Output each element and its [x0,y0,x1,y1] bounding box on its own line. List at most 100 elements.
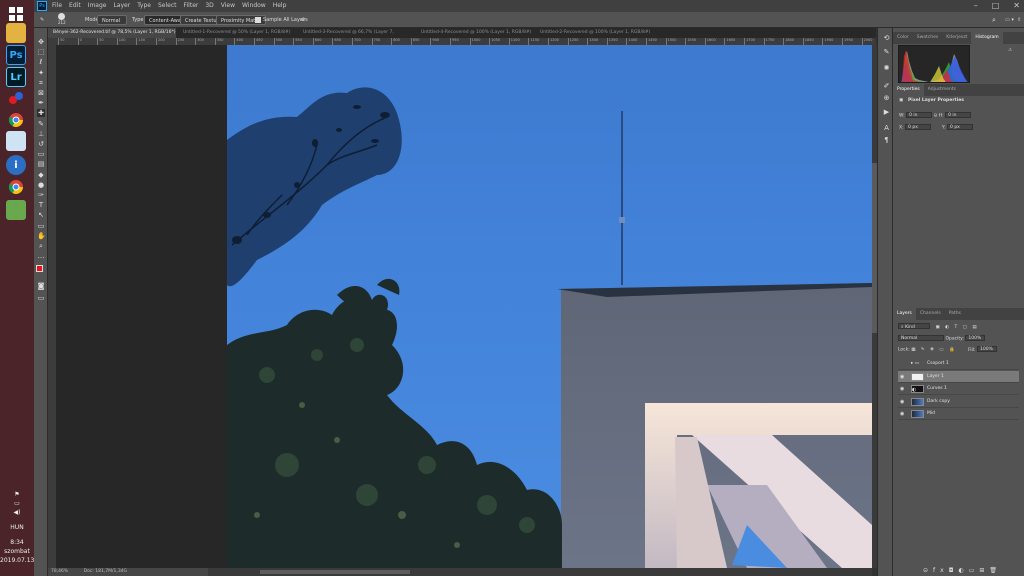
layer-row[interactable]: ◉ ◐ Curves 1 [898,383,1019,395]
mask-icon[interactable]: ◘ [949,567,959,574]
more-tools-icon[interactable]: … [37,252,45,260]
network-icon[interactable]: ▭ [0,499,34,508]
adjustment-icon[interactable]: ◐ [958,567,968,574]
menu-3d[interactable]: 3D [205,2,213,9]
document-tab[interactable]: Untitled-3-Recovered @ 66,7% (Layer 7, R… [298,28,414,45]
eraser-tool-icon[interactable]: ▭ [37,150,45,158]
info-app-icon[interactable]: i [6,155,26,175]
menu-image[interactable]: Image [88,2,107,9]
language-indicator[interactable]: HUN [0,523,34,532]
share-icon[interactable]: ⇪ [1017,15,1021,25]
path-select-tool-icon[interactable]: ↖ [37,211,45,219]
document-tab[interactable]: Untitled-2-Recovered @ 100% (Layer 1, RG… [535,28,651,45]
tool-presets-icon[interactable]: ✐ [882,82,891,91]
maximize-icon[interactable]: □ [992,1,1000,10]
visibility-eye-icon[interactable]: ◉ [900,374,906,380]
chrome-icon[interactable] [6,110,26,130]
x-field[interactable]: 0 px [905,124,932,130]
zoom-tool-icon[interactable]: ⌕ [37,242,45,250]
quick-select-tool-icon[interactable]: ✦ [37,69,45,77]
document-tab[interactable]: Bényei-362-Recovered.tif @ 78,5% (Layer … [48,28,176,45]
menu-window[interactable]: Window [242,2,266,9]
marquee-tool-icon[interactable]: ⬚ [37,48,45,56]
panel-tab-swatches[interactable]: Swatches [913,32,943,44]
y-field[interactable]: 0 px [947,124,974,130]
spot-healing-brush-icon[interactable]: ✎ [40,15,44,25]
menu-edit[interactable]: Edit [69,2,81,9]
hand-tool-icon[interactable]: ✋ [37,232,46,240]
history-icon[interactable]: ⟲ [882,34,891,43]
move-tool-icon[interactable]: ✥ [37,38,45,46]
file-explorer-icon[interactable] [6,23,26,43]
lasso-tool-icon[interactable]: ℓ [37,58,45,66]
app-icon[interactable] [6,88,26,108]
new-layer-icon[interactable]: ⊞ [979,567,989,574]
link-layers-icon[interactable]: ⊝ [923,567,933,574]
pressure-icon[interactable]: ⊘ [301,15,305,25]
crop-tool-icon[interactable]: ⌗ [37,79,45,87]
visibility-eye-icon[interactable]: ◉ [900,411,906,417]
fx-icon[interactable]: fx [933,567,949,574]
brush-tool-icon[interactable]: ✎ [37,120,45,128]
type-tool-icon[interactable]: T [37,201,45,209]
search-icon[interactable]: ⌕ [992,15,996,25]
link-icon[interactable]: ⊝ [934,114,938,119]
visibility-eye-icon[interactable] [900,361,906,367]
visibility-eye-icon[interactable]: ◉ [900,386,906,392]
flag-icon[interactable]: ⚑ [0,490,34,499]
windows-start-icon[interactable] [6,4,26,24]
foreground-color-swatch[interactable] [36,265,43,272]
layer-row[interactable]: ◉ Mid [898,408,1019,420]
menu-file[interactable]: File [52,2,62,9]
sample-all-layers-checkbox[interactable]: Sample All Layers [255,15,308,25]
color-wheel-icon[interactable]: ✺ [882,64,891,73]
clone-source-icon[interactable]: ⊕ [882,94,891,103]
menu-select[interactable]: Select [158,2,177,9]
panel-tab-paths[interactable]: Paths [945,308,965,320]
notepad-icon[interactable] [6,131,26,151]
h-field[interactable]: 0 in [945,112,972,118]
document-canvas[interactable] [56,45,872,568]
panel-tab-histogram[interactable]: Histogram [971,32,1003,44]
brush-settings-icon[interactable]: ✎ [882,48,891,57]
photo-image[interactable] [227,45,872,568]
trash-icon[interactable]: 🗑 [989,567,1002,574]
menu-type[interactable]: Type [137,2,151,9]
warning-icon[interactable]: ⚠ [1008,48,1012,53]
menu-view[interactable]: View [221,2,235,9]
dodge-tool-icon[interactable]: ● [37,181,45,189]
gradient-tool-icon[interactable]: ▤ [37,160,45,168]
remote-app-icon[interactable] [6,200,26,220]
opacity-field[interactable]: 100% [965,335,986,341]
shape-tool-icon[interactable]: ▭ [37,222,45,230]
lock-icons[interactable]: ▦ ✎ ✥ ▭ 🔒 [911,348,956,353]
layer-row[interactable]: ◉ Layer 1 [898,370,1019,383]
document-tab[interactable]: Untitled-1-Recovered @ 50% (Layer 1, RGB… [178,28,294,45]
paragraph-icon[interactable]: ¶ [882,136,891,145]
photoshop-app-icon[interactable]: Ps [6,45,26,65]
panel-tab-color[interactable]: Color [893,32,913,44]
healing-brush-tool-icon[interactable]: ✚ [37,109,45,118]
w-field[interactable]: 0 in [906,112,933,118]
layer-row[interactable]: ▸ ▭ Csoport 1 [898,358,1019,370]
volume-icon[interactable]: ◀) [0,508,34,517]
kind-filter[interactable]: ⌕ Kind [898,323,930,330]
layer-row[interactable]: ◉ Dark copy [898,396,1019,408]
screen-mode-icon[interactable]: ▭ [37,294,45,302]
visibility-eye-icon[interactable]: ◉ [900,399,906,405]
menu-layer[interactable]: Layer [113,2,130,9]
frame-tool-icon[interactable]: ⊠ [37,89,45,97]
clock-time[interactable]: 8:34 [0,538,34,547]
panel-tab-adjustments[interactable]: Adjustments [924,84,960,96]
lightroom-app-icon[interactable]: Lr [6,67,26,87]
blend-mode-select[interactable]: Normal [898,335,944,341]
actions-icon[interactable]: ▶ [882,108,891,117]
close-icon[interactable]: ✕ [1013,1,1020,10]
brush-preset-picker[interactable]: 212 [58,13,66,25]
mode-select[interactable]: Normal [97,15,127,25]
menu-filter[interactable]: Filter [184,2,199,9]
workspace-button[interactable]: ▭ ▾ [1005,15,1014,25]
panel-tab-properties[interactable]: Properties [893,84,924,96]
eyedropper-tool-icon[interactable]: ✒ [37,99,45,107]
quick-mask-icon[interactable]: ◙ [37,282,45,290]
